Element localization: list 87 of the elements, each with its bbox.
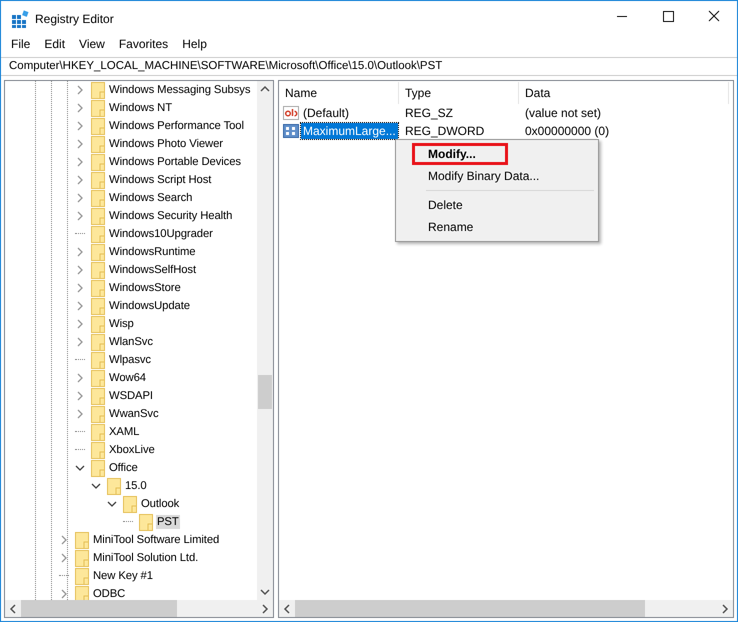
folder-icon: [75, 568, 89, 584]
tree-item[interactable]: WSDAPI: [108, 389, 154, 403]
tree-item[interactable]: Windows Portable Devices: [108, 155, 242, 169]
scrollbar-thumb[interactable]: [258, 374, 272, 409]
tree-item[interactable]: MiniTool Solution Ltd.: [92, 551, 200, 565]
tree-item[interactable]: PST: [156, 515, 180, 529]
folder-icon: [91, 424, 105, 440]
tree-item[interactable]: WindowsUpdate: [108, 299, 191, 313]
value-data: (value not set): [524, 106, 602, 120]
menu-item[interactable]: File: [11, 37, 30, 53]
folder-icon: [75, 586, 89, 600]
tree-item[interactable]: WindowsStore: [108, 281, 182, 295]
scrollbar-thumb[interactable]: [295, 600, 646, 617]
folder-icon: [91, 334, 105, 350]
folder-icon: [91, 388, 105, 404]
tree-item[interactable]: New Key #1: [92, 569, 154, 583]
folder-icon: [91, 442, 105, 458]
folder-icon: [91, 172, 105, 188]
folder-icon: [91, 370, 105, 386]
tree-item[interactable]: Windows Search: [108, 191, 194, 205]
menu-item[interactable]: Help: [182, 37, 207, 53]
folder-icon: [107, 478, 121, 494]
tree-item[interactable]: 15.0: [124, 479, 148, 493]
address-bar[interactable]: Computer\HKEY_LOCAL_MACHINE\SOFTWARE\Microsoft\Office\15.0\Outlook\PST: [1, 57, 737, 76]
menu-item[interactable]: Favorites: [118, 37, 168, 53]
value-name[interactable]: (Default): [301, 105, 352, 121]
folder-icon: [91, 280, 105, 296]
folder-icon: [91, 190, 105, 206]
tree-item[interactable]: Windows Security Health: [108, 209, 234, 223]
folder-icon: [91, 352, 105, 368]
tree-item[interactable]: WindowsSelfHost: [108, 263, 198, 277]
tree-item[interactable]: ODBC: [92, 587, 126, 600]
column-header[interactable]: Type: [399, 82, 519, 104]
tree-item[interactable]: XboxLive: [108, 443, 156, 457]
tree-item[interactable]: Wlpasvc: [108, 353, 152, 367]
context-menu-item[interactable]: Rename: [398, 216, 588, 238]
context-menu-item[interactable]: Modify...: [412, 143, 508, 165]
value-data: 0x00000000 (0): [524, 124, 610, 138]
expander-icon[interactable]: [91, 481, 101, 491]
folder-icon: [91, 262, 105, 278]
column-header[interactable]: Name: [279, 82, 399, 104]
folder-icon: [91, 298, 105, 314]
registry-icon: [11, 10, 29, 28]
folder-icon: [91, 154, 105, 170]
menu-item[interactable]: Edit: [44, 37, 66, 53]
menu-item[interactable]: View: [79, 37, 105, 53]
folder-icon: [123, 496, 137, 512]
folder-icon: [91, 460, 105, 476]
folder-icon: [91, 136, 105, 152]
folder-icon: [91, 244, 105, 260]
folder-icon: [91, 226, 105, 242]
context-menu-item[interactable]: Delete: [398, 194, 588, 216]
tree-item[interactable]: WindowsRuntime: [108, 245, 196, 259]
folder-icon: [91, 82, 105, 98]
tree-item[interactable]: Windows Script Host: [108, 173, 212, 187]
tree-item[interactable]: Windows Photo Viewer: [108, 137, 224, 151]
window-title: Registry Editor: [35, 12, 115, 26]
folder-icon: [91, 208, 105, 224]
folder-icon: [91, 118, 105, 134]
tree-item[interactable]: WwanSvc: [108, 407, 160, 421]
expander-icon[interactable]: [107, 499, 117, 509]
tree-item[interactable]: Wow64: [108, 371, 147, 385]
value-type: REG_SZ: [404, 106, 454, 120]
tree-item[interactable]: Windows NT: [108, 101, 174, 115]
string-value-icon: [283, 105, 299, 121]
folder-icon: [75, 532, 89, 548]
tree-item[interactable]: MiniTool Software Limited: [92, 533, 220, 547]
expander-icon[interactable]: [75, 463, 85, 473]
tree-item[interactable]: Outlook: [140, 497, 180, 511]
tree-item[interactable]: Windows10Upgrader: [108, 227, 214, 241]
folder-icon: [75, 550, 89, 566]
tree-item[interactable]: XAML: [108, 425, 140, 439]
tree-item[interactable]: Office: [108, 461, 139, 475]
folder-icon: [91, 316, 105, 332]
scrollbar-thumb[interactable]: [21, 600, 177, 617]
value-type: REG_DWORD: [404, 124, 486, 138]
tree-item[interactable]: Wisp: [108, 317, 135, 331]
value-name[interactable]: MaximumLarge...: [301, 123, 398, 139]
folder-icon: [91, 100, 105, 116]
binary-value-icon: [283, 123, 299, 139]
tree-item[interactable]: Windows Messaging Subsys: [108, 83, 252, 97]
tree-item[interactable]: WlanSvc: [108, 335, 154, 349]
folder-icon: [139, 514, 153, 530]
context-menu-item[interactable]: Modify Binary Data...: [398, 165, 588, 187]
tree-item[interactable]: Windows Performance Tool: [108, 119, 245, 133]
column-header[interactable]: Data: [519, 82, 729, 104]
folder-icon: [91, 406, 105, 422]
